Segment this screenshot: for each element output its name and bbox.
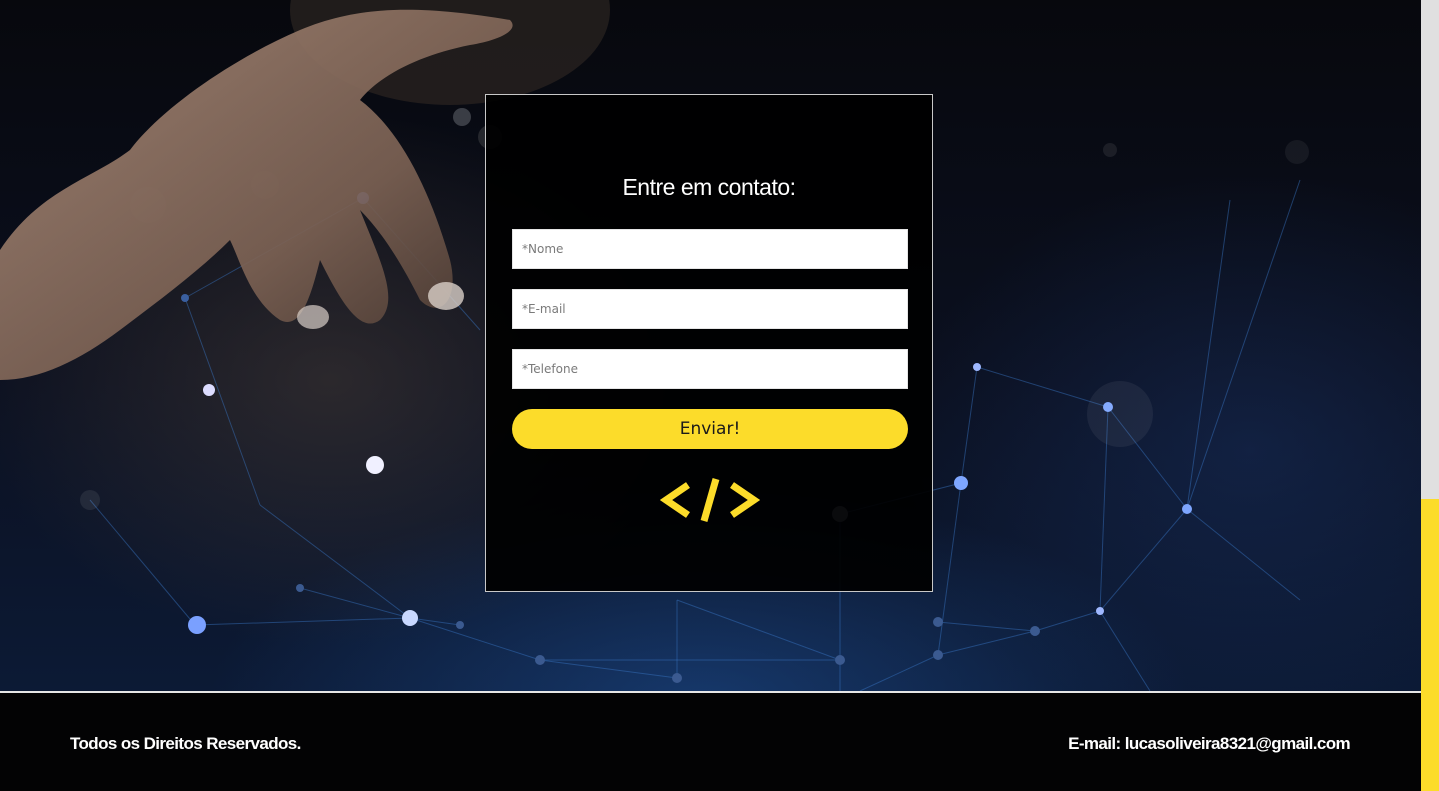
page: Entre em contato: Enviar! Todos os Direi… xyxy=(0,0,1439,791)
scrollbar-thumb[interactable] xyxy=(1421,499,1439,791)
hand-graphic xyxy=(0,9,513,380)
copyright-text: Todos os Direitos Reservados. xyxy=(70,734,301,753)
scrollbar[interactable] xyxy=(1421,0,1439,791)
form-title: Entre em contato: xyxy=(622,174,796,200)
footer: Todos os Direitos Reservados. E-mail: lu… xyxy=(0,691,1421,791)
contact-email-text[interactable]: E-mail: lucasoliveira8321@gmail.com xyxy=(1068,734,1350,754)
phone-input[interactable] xyxy=(512,349,908,389)
submit-button[interactable]: Enviar! xyxy=(512,409,908,449)
code-brackets-icon xyxy=(660,478,760,522)
contact-form: Entre em contato: Enviar! xyxy=(485,94,933,592)
email-input[interactable] xyxy=(512,289,908,329)
name-input[interactable] xyxy=(512,229,908,269)
